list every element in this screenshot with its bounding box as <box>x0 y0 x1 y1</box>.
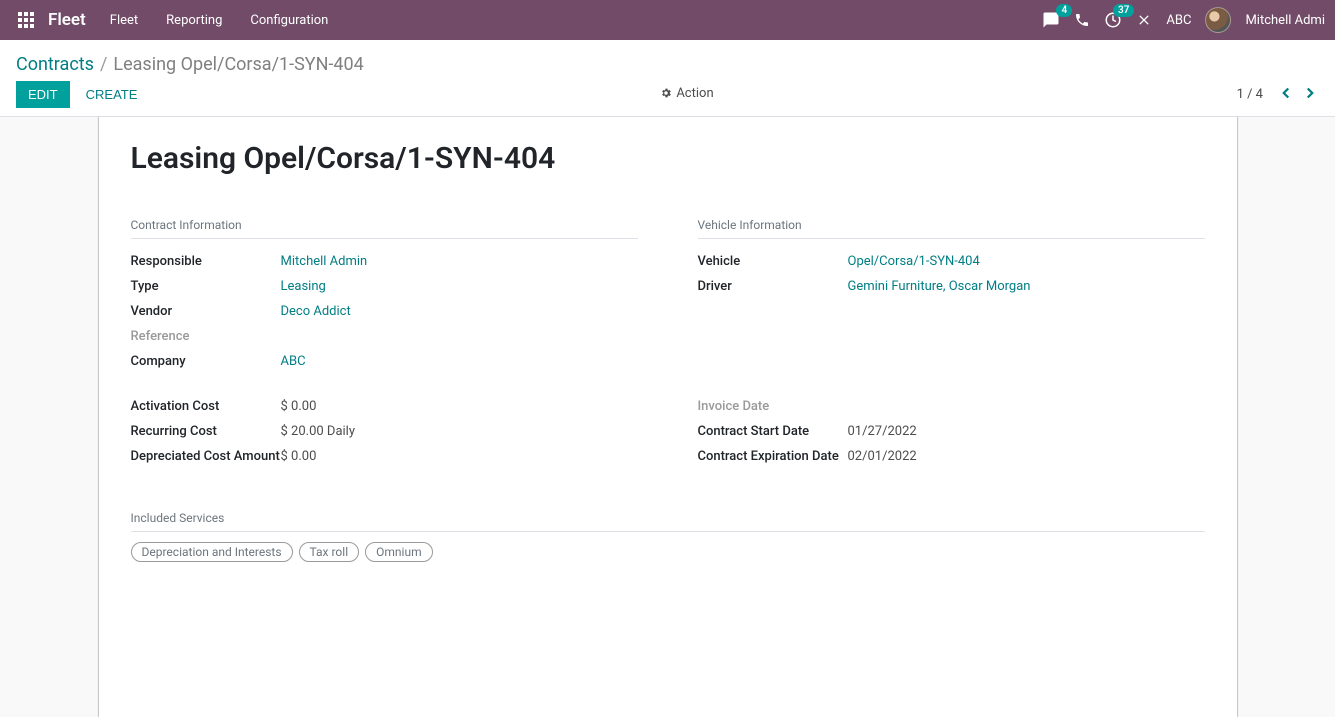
row-responsible: Responsible Mitchell Admin <box>131 249 638 274</box>
label-reference: Reference <box>131 329 281 344</box>
value-company[interactable]: ABC <box>281 354 306 369</box>
topnav-right: 4 37 ABC Mitchell Admi <box>1042 7 1325 33</box>
cost-columns: Activation Cost $ 0.00 Recurring Cost $ … <box>131 394 1205 469</box>
row-driver: Driver Gemini Furniture, Oscar Morgan <box>698 274 1205 299</box>
messaging-badge: 4 <box>1056 4 1072 17</box>
apps-icon[interactable] <box>10 12 42 28</box>
tag-taxroll[interactable]: Tax roll <box>299 542 360 562</box>
control-panel: Contracts / Leasing Opel/Corsa/1-SYN-404… <box>0 40 1335 117</box>
controlbar-center: Action <box>137 86 1236 104</box>
row-vehicle: Vehicle Opel/Corsa/1-SYN-404 <box>698 249 1205 274</box>
section-vehicle: Vehicle Information <box>698 218 1205 239</box>
col-contract: Contract Information Responsible Mitchel… <box>131 206 638 374</box>
value-vehicle[interactable]: Opel/Corsa/1-SYN-404 <box>848 254 980 269</box>
tag-omnium[interactable]: Omnium <box>365 542 432 562</box>
label-vendor: Vendor <box>131 304 281 319</box>
avatar[interactable] <box>1205 7 1231 33</box>
section-contract: Contract Information <box>131 218 638 239</box>
activity-icon[interactable]: 37 <box>1104 11 1122 29</box>
col-vehicle: Vehicle Information Vehicle Opel/Corsa/1… <box>698 206 1205 374</box>
row-type: Type Leasing <box>131 274 638 299</box>
top-navbar: Fleet Fleet Reporting Configuration 4 37… <box>0 0 1335 40</box>
nav-fleet[interactable]: Fleet <box>96 13 152 28</box>
info-columns: Contract Information Responsible Mitchel… <box>131 206 1205 374</box>
breadcrumb-root[interactable]: Contracts <box>16 54 94 75</box>
value-responsible[interactable]: Mitchell Admin <box>281 254 368 269</box>
row-company: Company ABC <box>131 349 638 374</box>
pager-text[interactable]: 1 / 4 <box>1237 87 1263 102</box>
value-vendor[interactable]: Deco Addict <box>281 304 351 319</box>
row-recurring-cost: Recurring Cost $ 20.00 Daily <box>131 419 638 444</box>
topnav-left: Fleet Fleet Reporting Configuration <box>10 10 342 30</box>
pager-arrows <box>1277 84 1319 106</box>
nav-configuration[interactable]: Configuration <box>236 13 342 28</box>
controlbar-right: 1 / 4 <box>1237 84 1319 106</box>
label-driver: Driver <box>698 279 848 294</box>
label-invoice-date: Invoice Date <box>698 399 848 414</box>
edit-button[interactable]: EDIT <box>16 81 70 108</box>
action-dropdown[interactable]: Action <box>660 86 713 101</box>
messaging-icon[interactable]: 4 <box>1042 11 1060 29</box>
gear-icon <box>660 87 672 99</box>
col-costs: Activation Cost $ 0.00 Recurring Cost $ … <box>131 394 638 469</box>
controlbar-left: EDIT CREATE <box>16 81 137 108</box>
pager-prev[interactable] <box>1277 84 1295 106</box>
breadcrumb: Contracts / Leasing Opel/Corsa/1-SYN-404 <box>16 54 1319 75</box>
value-depreciated: $ 0.00 <box>281 449 317 464</box>
row-activation-cost: Activation Cost $ 0.00 <box>131 394 638 419</box>
label-company: Company <box>131 354 281 369</box>
col-dates: Invoice Date Contract Start Date 01/27/2… <box>698 394 1205 469</box>
value-recurring-cost: $ 20.00 Daily <box>281 424 355 439</box>
value-driver[interactable]: Gemini Furniture, Oscar Morgan <box>848 279 1031 294</box>
app-brand[interactable]: Fleet <box>48 10 86 30</box>
tools-icon[interactable] <box>1136 12 1152 28</box>
control-bar: EDIT CREATE Action 1 / 4 <box>16 81 1319 116</box>
label-type: Type <box>131 279 281 294</box>
label-expire-date: Contract Expiration Date <box>698 449 848 464</box>
row-invoice-date: Invoice Date <box>698 394 1205 419</box>
value-start-date: 01/27/2022 <box>848 424 917 439</box>
row-depreciated: Depreciated Cost Amount $ 0.00 <box>131 444 638 469</box>
value-expire-date: 02/01/2022 <box>848 449 917 464</box>
content-area: Leasing Opel/Corsa/1-SYN-404 Contract In… <box>0 117 1335 717</box>
activity-badge: 37 <box>1113 4 1134 17</box>
phone-icon[interactable] <box>1074 12 1090 28</box>
form-sheet: Leasing Opel/Corsa/1-SYN-404 Contract In… <box>98 117 1238 717</box>
label-vehicle: Vehicle <box>698 254 848 269</box>
value-activation-cost: $ 0.00 <box>281 399 317 414</box>
nav-reporting[interactable]: Reporting <box>152 13 236 28</box>
row-start-date: Contract Start Date 01/27/2022 <box>698 419 1205 444</box>
row-expire-date: Contract Expiration Date 02/01/2022 <box>698 444 1205 469</box>
user-menu[interactable]: Mitchell Admi <box>1245 13 1325 28</box>
label-responsible: Responsible <box>131 254 281 269</box>
page-title: Leasing Opel/Corsa/1-SYN-404 <box>131 141 1205 176</box>
tag-depreciation[interactable]: Depreciation and Interests <box>131 542 293 562</box>
breadcrumb-sep: / <box>100 54 107 75</box>
action-label: Action <box>676 86 713 101</box>
section-services: Included Services <box>131 511 1205 532</box>
create-button[interactable]: CREATE <box>86 87 138 102</box>
pager-next[interactable] <box>1301 84 1319 106</box>
label-activation-cost: Activation Cost <box>131 399 281 414</box>
row-vendor: Vendor Deco Addict <box>131 299 638 324</box>
company-switcher[interactable]: ABC <box>1166 13 1191 28</box>
label-depreciated: Depreciated Cost Amount <box>131 449 281 464</box>
tags-row: Depreciation and Interests Tax roll Omni… <box>131 542 1205 562</box>
label-start-date: Contract Start Date <box>698 424 848 439</box>
value-type[interactable]: Leasing <box>281 279 326 294</box>
label-recurring-cost: Recurring Cost <box>131 424 281 439</box>
breadcrumb-current: Leasing Opel/Corsa/1-SYN-404 <box>113 54 363 75</box>
row-reference: Reference <box>131 324 638 349</box>
